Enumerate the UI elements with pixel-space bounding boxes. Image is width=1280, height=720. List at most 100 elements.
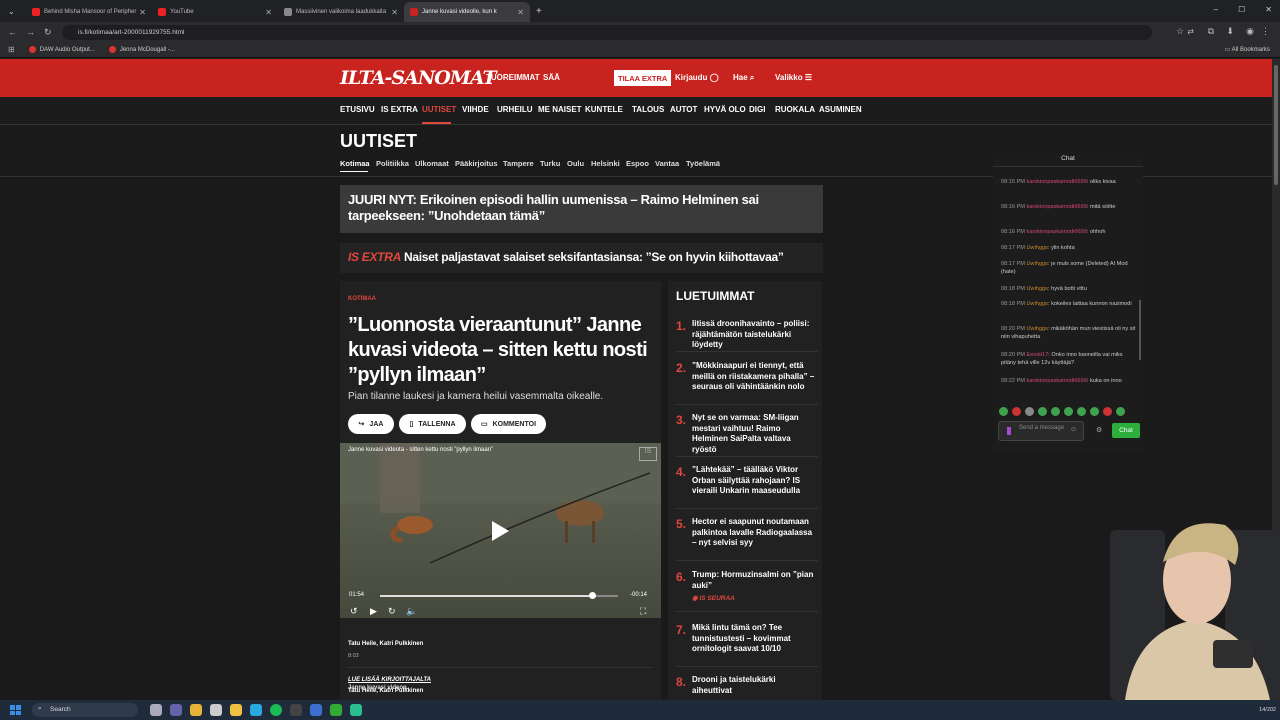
rewind-icon[interactable]: ↺: [350, 606, 358, 617]
play-small-icon[interactable]: ▶: [370, 606, 377, 617]
breaking-news-banner[interactable]: JUURI NYT: Erikoinen episodi hallin uume…: [340, 185, 823, 233]
download-icon[interactable]: ⬇: [1226, 26, 1234, 37]
bookmark-item[interactable]: Jenna McDougall -...: [108, 46, 175, 53]
nav-etusivu[interactable]: ETUSIVU: [340, 105, 375, 114]
site-logo[interactable]: ILTA-SANOMAT: [340, 67, 497, 89]
subnav-helsinki[interactable]: Helsinki: [591, 159, 620, 168]
taskbar-search[interactable]: ⌕ Search: [32, 703, 138, 717]
new-tab-icon[interactable]: +: [536, 6, 542, 17]
emote-icon[interactable]: [1090, 407, 1099, 416]
all-bookmarks[interactable]: ▭ All Bookmarks: [1225, 46, 1270, 53]
login-link[interactable]: Kirjaudu ◯: [675, 73, 719, 82]
browser-tab[interactable]: Behind Misha Mansoor of Peripher ✕: [26, 2, 152, 22]
emote-icon[interactable]: [1051, 407, 1060, 416]
emote-icon[interactable]: [1116, 407, 1125, 416]
msg-user[interactable]: Uwihggs: [1027, 326, 1048, 332]
subnav-politiikka[interactable]: Politiikka: [376, 159, 409, 168]
back-icon[interactable]: ←: [8, 27, 18, 37]
nav-asuminen[interactable]: ASUMINEN: [819, 105, 862, 114]
tab-search-icon[interactable]: ⌄: [8, 7, 26, 16]
fullscreen-icon[interactable]: ⛶: [640, 606, 646, 617]
terminal-icon[interactable]: [330, 704, 342, 716]
edge-icon[interactable]: [250, 704, 262, 716]
link-saa[interactable]: SÄÄ: [543, 73, 560, 82]
apps-icon[interactable]: ⊞: [8, 45, 15, 54]
subnav-tampere[interactable]: Tampere: [503, 159, 534, 168]
profile-icon[interactable]: ◉: [1246, 26, 1254, 37]
emote-icon[interactable]: [1103, 407, 1112, 416]
subnav-paakirjoitus[interactable]: Pääkirjoitus: [455, 159, 498, 168]
more-authors[interactable]: Tatu Heile, Katri Pulkkinen: [348, 688, 423, 694]
emoji-icon[interactable]: ☺: [1070, 426, 1077, 433]
chat-scrollbar[interactable]: [1139, 300, 1141, 360]
play-icon[interactable]: [492, 521, 509, 541]
nav-autot[interactable]: AUTOT: [670, 105, 697, 114]
browser-tab[interactable]: Massiivinen valikoima laadukkaita ✕: [278, 2, 404, 22]
subnav-ulkomaat[interactable]: Ulkomaat: [415, 159, 449, 168]
msg-user[interactable]: Eeesti17: [1027, 352, 1049, 358]
store-icon[interactable]: [210, 704, 222, 716]
forward-icon[interactable]: →: [26, 27, 36, 37]
msg-user[interactable]: karskionpaskamodi6699: [1027, 204, 1087, 210]
subnav-vantaa[interactable]: Vantaa: [655, 159, 679, 168]
nav-urheilu[interactable]: URHEILU: [497, 105, 533, 114]
subscribe-button[interactable]: TILAA EXTRA: [614, 70, 672, 86]
subnav-tyoelama[interactable]: Työelämä: [686, 159, 720, 168]
bookmark-item[interactable]: DAW Audio Output...: [28, 46, 95, 53]
video-progress-bar[interactable]: [380, 592, 618, 599]
msg-user[interactable]: Uwihggs: [1027, 286, 1048, 292]
article-kicker[interactable]: KOTIMAA: [348, 296, 376, 302]
subnav-turku[interactable]: Turku: [540, 159, 560, 168]
comment-button[interactable]: ▭ KOMMENTOI: [471, 414, 546, 434]
nav-kuntele[interactable]: KUNTELE: [585, 105, 623, 114]
share-button[interactable]: ↪ JAA: [348, 414, 394, 434]
subnav-oulu[interactable]: Oulu: [567, 159, 584, 168]
nav-digi[interactable]: DIGI: [749, 105, 765, 114]
star-icon[interactable]: ☆: [1176, 26, 1184, 37]
nav-hyva-olo[interactable]: HYVÄ OLO: [704, 105, 746, 114]
taskbar-clock[interactable]: 14/202: [1259, 707, 1276, 713]
volume-icon[interactable]: 🔈: [406, 606, 417, 617]
minimize-icon[interactable]: –: [1214, 5, 1218, 14]
chat-send-button[interactable]: Chat: [1112, 423, 1140, 438]
emote-icon[interactable]: [1012, 407, 1021, 416]
close-icon[interactable]: ✕: [265, 8, 272, 17]
settings-icon[interactable]: ⚙: [1096, 426, 1102, 434]
msg-user[interactable]: Uwihggs: [1027, 301, 1048, 307]
article-authors[interactable]: Tatu Heile, Katri Pulkkinen: [348, 641, 423, 647]
search-link[interactable]: Hae ⌕: [733, 73, 754, 83]
chat-app-icon[interactable]: [350, 704, 362, 716]
more-icon[interactable]: ⋮: [1261, 26, 1270, 37]
windows-start-icon[interactable]: [10, 705, 21, 715]
nav-viihde[interactable]: VIIHDE: [462, 105, 489, 114]
msg-user[interactable]: Uwihggs: [1027, 261, 1048, 267]
maximize-icon[interactable]: ☐: [1238, 5, 1245, 14]
close-icon[interactable]: ✕: [391, 8, 398, 17]
scrollbar-thumb[interactable]: [1274, 65, 1278, 185]
msg-user[interactable]: karskionpaskamodi6699: [1027, 229, 1087, 235]
nav-uutiset[interactable]: UUTISET: [422, 105, 456, 114]
menu-link[interactable]: Valikko ☰: [775, 73, 812, 82]
video-scrubber-handle[interactable]: [588, 592, 596, 599]
browser-tab[interactable]: YouTube ✕: [152, 2, 278, 22]
emote-icon[interactable]: [999, 407, 1008, 416]
chrome-icon[interactable]: [190, 704, 202, 716]
emote-icon[interactable]: [1077, 407, 1086, 416]
more-from-author-label[interactable]: LUE LISÄÄ KIRJOITTAJALTA: [348, 677, 431, 683]
emote-icon[interactable]: [1064, 407, 1073, 416]
nav-talous[interactable]: TALOUS: [632, 105, 664, 114]
browser-tab-active[interactable]: Janne kuvasi videolle, kun k ✕: [404, 2, 530, 22]
subnav-kotimaa[interactable]: Kotimaa: [340, 159, 370, 168]
close-window-icon[interactable]: ✕: [1265, 5, 1272, 14]
msg-user[interactable]: karskionpaskamodi6699: [1027, 179, 1087, 185]
nav-ruokala[interactable]: RUOKALA: [775, 105, 815, 114]
task-view-icon[interactable]: [150, 704, 162, 716]
save-button[interactable]: ▯ TALLENNA: [399, 414, 466, 434]
file-explorer-icon[interactable]: [230, 704, 242, 716]
msg-user[interactable]: Uwihggs: [1027, 245, 1048, 251]
forward-icon[interactable]: ↻: [388, 606, 396, 617]
obs-icon[interactable]: [290, 704, 302, 716]
url-bar[interactable]: is.fi/kotimaa/art-2000011929755.html: [62, 25, 1152, 40]
video-player[interactable]: Janne kuvasi videota - sitten kettu nost…: [340, 443, 661, 618]
close-icon[interactable]: ✕: [517, 8, 524, 17]
